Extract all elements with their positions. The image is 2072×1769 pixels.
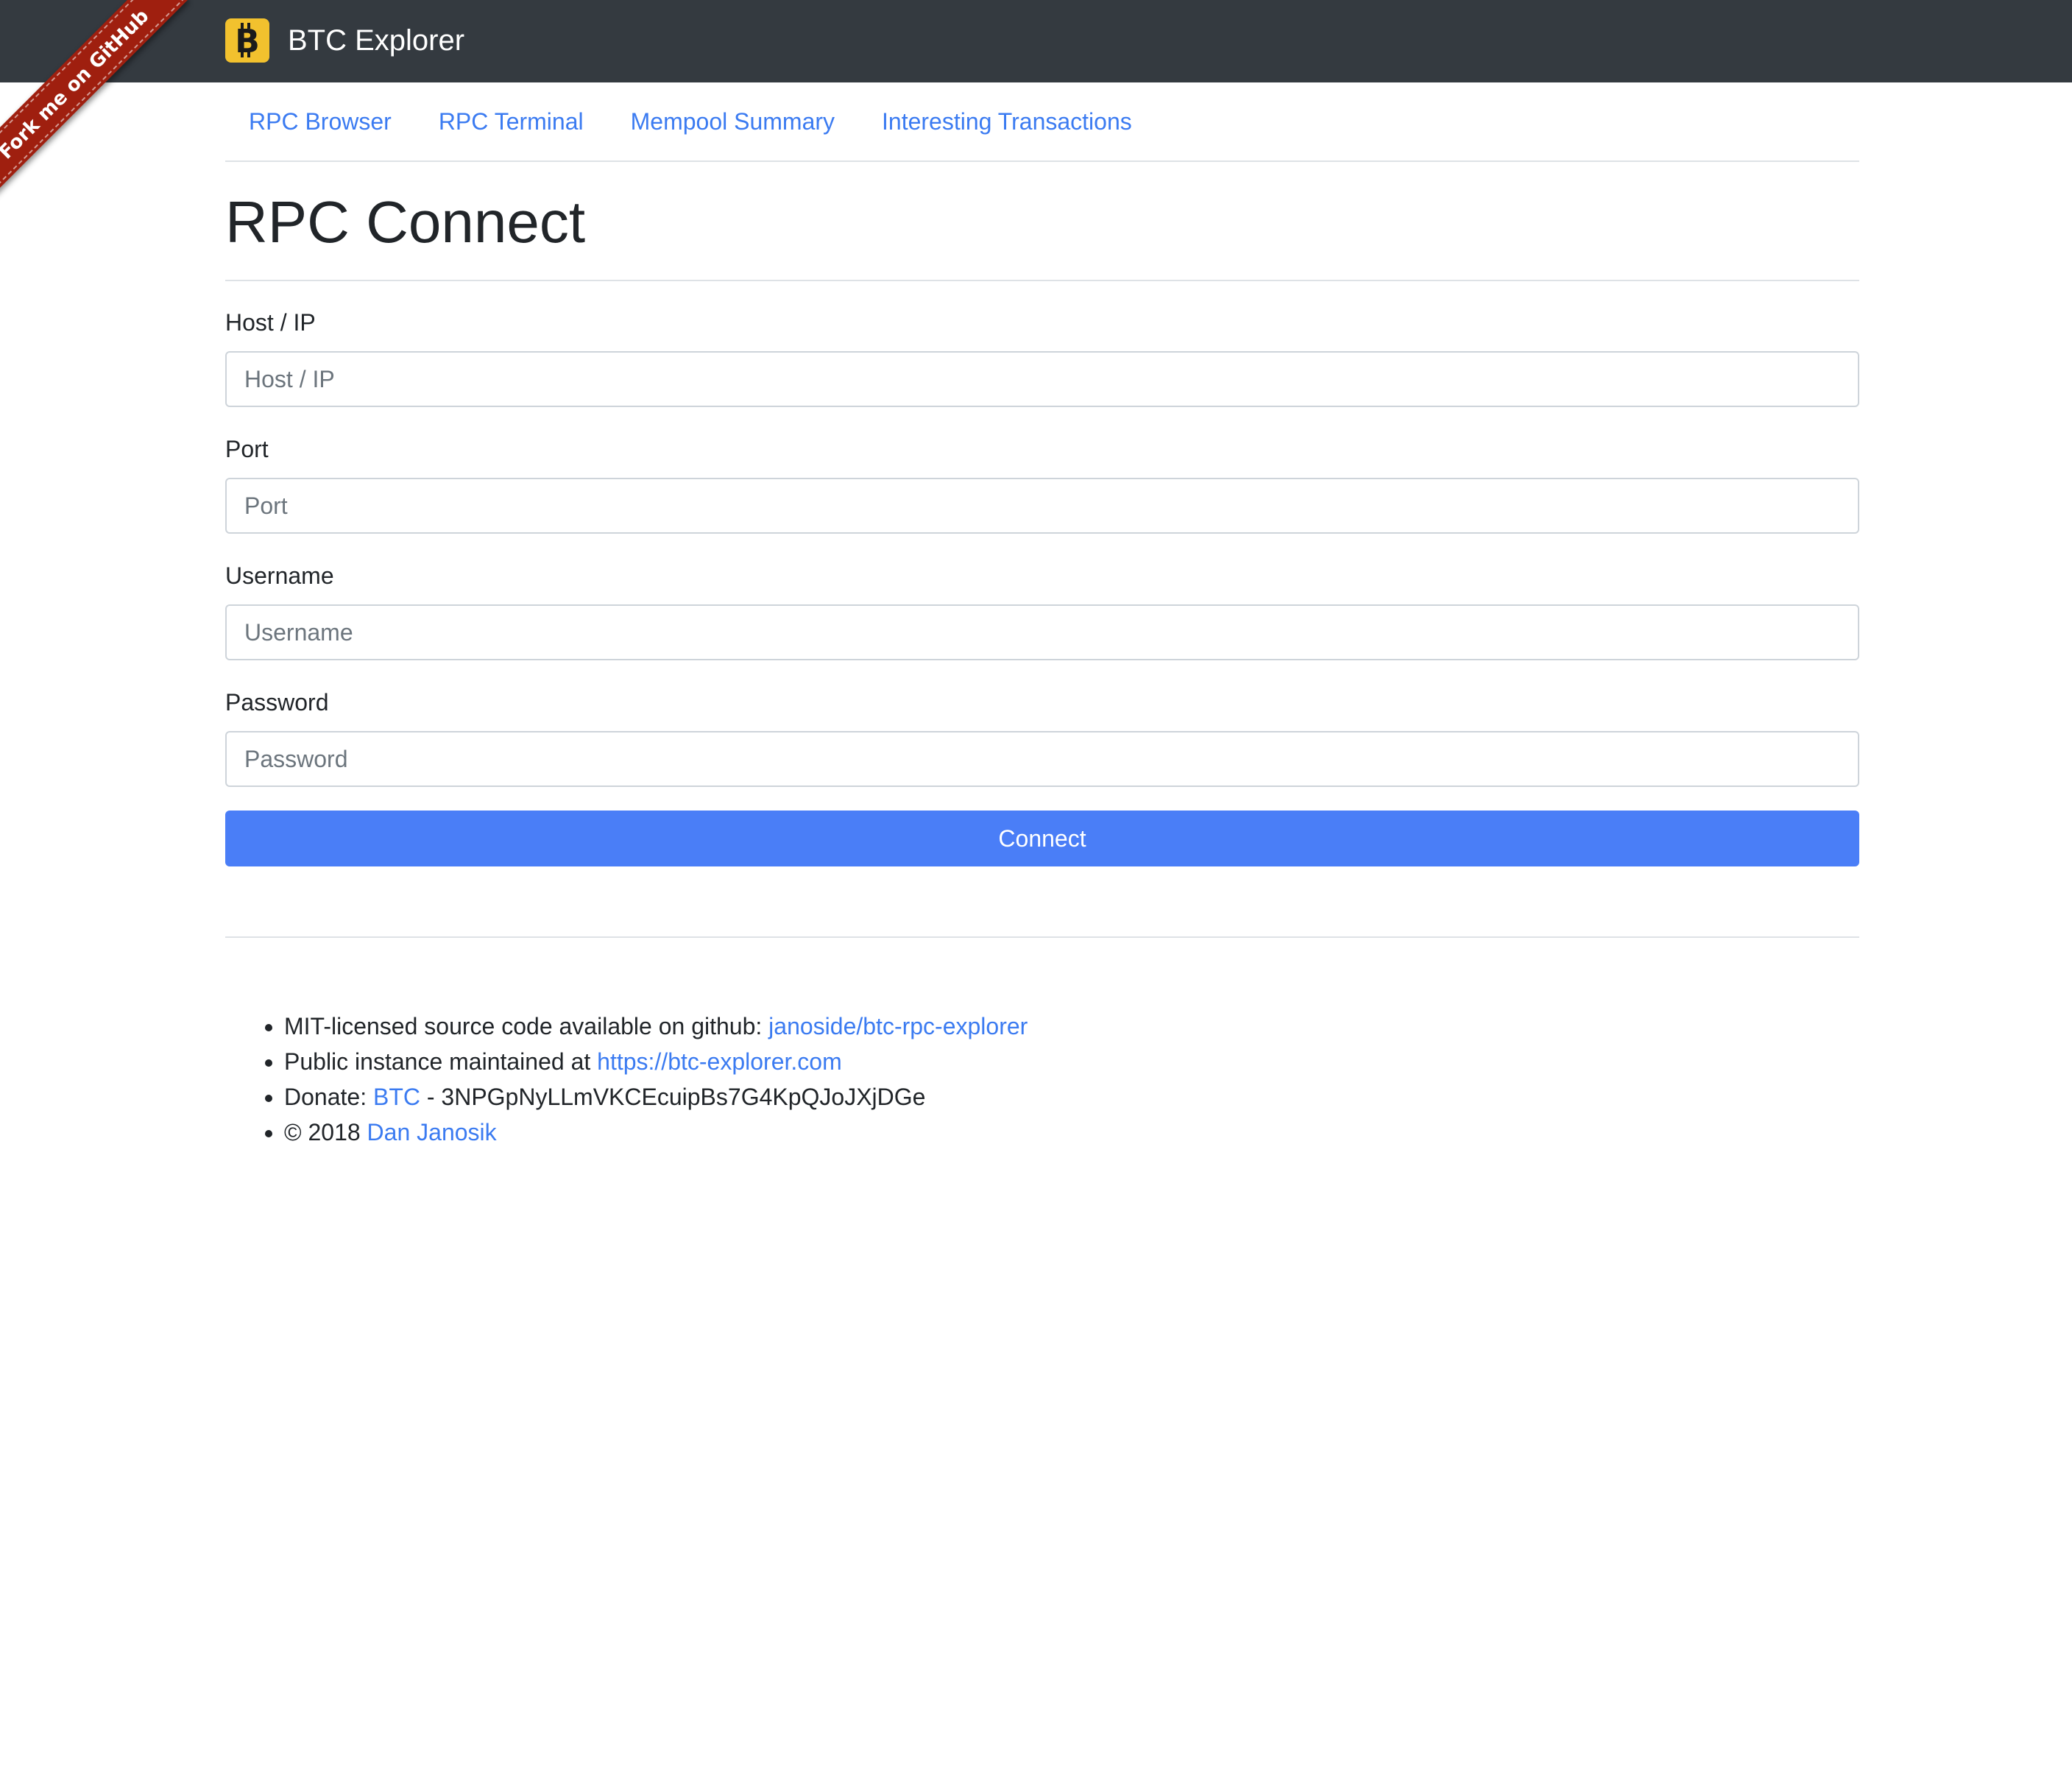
password-label: Password	[225, 689, 329, 716]
footer-source-text: MIT-licensed source code available on gi…	[284, 1013, 769, 1039]
footer-instance-item: Public instance maintained at https://bt…	[284, 1044, 1028, 1079]
ribbon-label: Fork me on GitHub	[0, 5, 154, 164]
nav-interesting-transactions[interactable]: Interesting Transactions	[858, 108, 1156, 135]
footer-donate-text: Donate:	[284, 1084, 373, 1110]
brand-title: BTC Explorer	[288, 24, 465, 57]
public-instance-link[interactable]: https://btc-explorer.com	[597, 1048, 842, 1075]
title-divider	[225, 280, 1859, 281]
port-label: Port	[225, 436, 269, 462]
footer-instance-text: Public instance maintained at	[284, 1048, 598, 1075]
connect-button[interactable]: Connect	[225, 811, 1859, 866]
brand-link[interactable]: B BTC Explorer	[225, 18, 464, 63]
host-input[interactable]	[225, 351, 1859, 407]
port-input[interactable]	[225, 478, 1859, 534]
section-nav: RPC Browser RPC Terminal Mempool Summary…	[225, 82, 1859, 162]
username-input[interactable]	[225, 604, 1859, 660]
fork-me-on-github-ribbon[interactable]: Fork me on GitHub	[0, 0, 188, 198]
github-ribbon-container: Fork me on GitHub	[0, 0, 213, 213]
page-title: RPC Connect	[225, 189, 586, 255]
password-input[interactable]	[225, 731, 1859, 787]
author-link[interactable]: Dan Janosik	[367, 1119, 497, 1145]
copyright-text: © 2018	[284, 1119, 367, 1145]
footer-donate-item: Donate: BTC - 3NPGpNyLLmVKCEcuipBs7G4KpQ…	[284, 1079, 1028, 1115]
footer-list: MIT-licensed source code available on gi…	[225, 1009, 1028, 1150]
donate-btc-link[interactable]: BTC	[373, 1084, 420, 1110]
nav-rpc-terminal[interactable]: RPC Terminal	[415, 108, 607, 135]
bitcoin-icon: B	[225, 18, 269, 63]
top-navbar: B BTC Explorer	[0, 0, 2072, 82]
nav-rpc-browser[interactable]: RPC Browser	[225, 108, 415, 135]
github-repo-link[interactable]: janoside/btc-rpc-explorer	[768, 1013, 1028, 1039]
nav-mempool-summary[interactable]: Mempool Summary	[607, 108, 858, 135]
footer-source-item: MIT-licensed source code available on gi…	[284, 1009, 1028, 1044]
host-label: Host / IP	[225, 309, 316, 336]
donate-address: - 3NPGpNyLLmVKCEcuipBs7G4KpQJoJXjDGe	[420, 1084, 926, 1110]
footer-copyright-item: © 2018 Dan Janosik	[284, 1115, 1028, 1150]
footer-divider	[225, 936, 1859, 938]
username-label: Username	[225, 562, 334, 589]
